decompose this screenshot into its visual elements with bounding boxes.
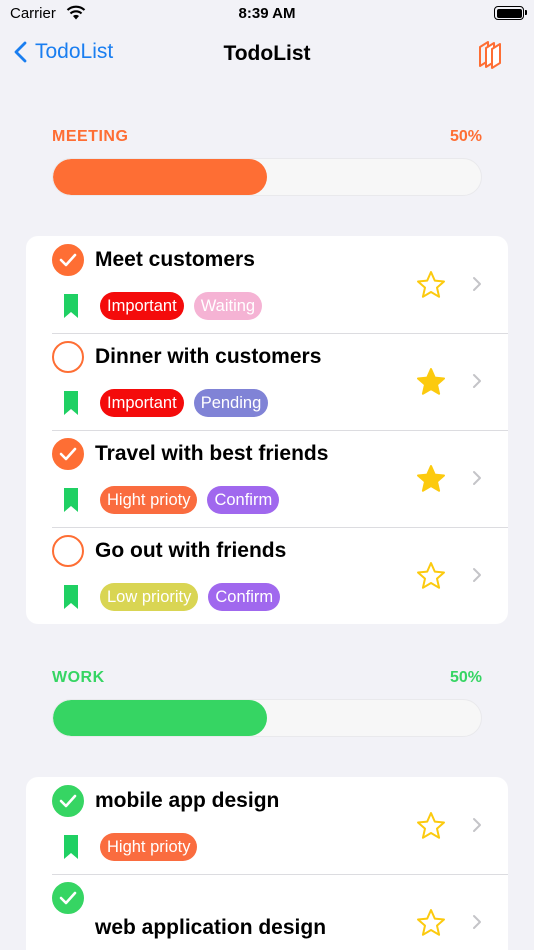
task-title: Go out with friends xyxy=(95,539,287,562)
bookmark-icon xyxy=(64,391,78,420)
task-row[interactable]: Dinner with customers Important Pending xyxy=(26,333,508,430)
progress-fill xyxy=(53,700,267,736)
chevron-right-icon xyxy=(472,567,482,583)
section-progress-bar xyxy=(52,699,482,737)
tag-badge: Low priority xyxy=(100,583,199,611)
bookmark-icon xyxy=(64,585,78,614)
battery-icon xyxy=(494,6,527,20)
tag-badge: Waiting xyxy=(193,292,263,320)
chevron-right-icon xyxy=(472,373,482,389)
chevron-right-icon xyxy=(472,276,482,292)
task-list: Meet customers Important Waiting Dinner wit… xyxy=(26,236,508,624)
checked-circle-icon[interactable] xyxy=(52,785,84,817)
task-title: Travel with best friends xyxy=(95,442,329,465)
task-title: mobile app design xyxy=(95,789,280,812)
tag-badge: Hight prioty xyxy=(100,833,198,861)
section-name: MEETING xyxy=(52,128,129,145)
tag-list: Hight prioty xyxy=(100,833,198,861)
star-filled-icon[interactable] xyxy=(416,367,446,397)
section-name: WORK xyxy=(52,669,105,686)
section-percent: 50% xyxy=(449,669,482,686)
tag-list: Low priority Confirm xyxy=(100,583,281,611)
star-outline-icon[interactable] xyxy=(416,561,446,591)
star-filled-icon[interactable] xyxy=(416,464,446,494)
tag-badge: Pending xyxy=(193,389,269,417)
chevron-right-icon xyxy=(472,817,482,833)
empty-circle-icon[interactable] xyxy=(52,341,84,373)
star-outline-icon[interactable] xyxy=(416,908,446,938)
status-bar: Carrier 8:39 AM xyxy=(0,0,534,30)
chevron-right-icon xyxy=(472,470,482,486)
section-header: MEETING 50% xyxy=(52,128,482,148)
task-row[interactable]: Meet customers Important Waiting xyxy=(26,236,508,333)
task-row[interactable]: web application design xyxy=(26,874,508,950)
section-header: WORK 50% xyxy=(52,669,482,689)
bookmark-icon xyxy=(64,488,78,517)
task-row[interactable]: Go out with friends Low priority Confirm xyxy=(26,527,508,624)
stack-icon[interactable] xyxy=(476,38,506,70)
section-progress-bar xyxy=(52,158,482,196)
checked-circle-icon[interactable] xyxy=(52,438,84,470)
task-row[interactable]: mobile app design Hight prioty xyxy=(26,777,508,874)
task-row[interactable]: Travel with best friends Hight prioty Conf… xyxy=(26,430,508,527)
section-percent: 50% xyxy=(449,128,482,145)
tag-list: Important Waiting xyxy=(100,292,263,320)
checked-circle-icon[interactable] xyxy=(52,882,84,914)
clock: 8:39 AM xyxy=(238,5,296,22)
tag-list: Hight prioty Confirm xyxy=(100,486,280,514)
star-outline-icon[interactable] xyxy=(416,811,446,841)
task-title: Meet customers xyxy=(95,248,255,271)
tag-badge: Confirm xyxy=(207,486,280,514)
tag-list: Important Pending xyxy=(100,389,269,417)
tag-badge: Confirm xyxy=(208,583,281,611)
tag-badge: Important xyxy=(100,389,184,417)
star-outline-icon[interactable] xyxy=(416,270,446,300)
progress-fill xyxy=(53,159,267,195)
page-title: TodoList xyxy=(223,42,311,65)
bookmark-icon xyxy=(64,294,78,323)
task-title: Dinner with customers xyxy=(95,345,322,368)
task-title: web application design xyxy=(95,916,327,939)
bookmark-icon xyxy=(64,835,78,864)
checked-circle-icon[interactable] xyxy=(52,244,84,276)
tag-badge: Important xyxy=(100,292,184,320)
tag-badge: Hight prioty xyxy=(100,486,198,514)
chevron-right-icon xyxy=(472,914,482,930)
navigation-bar: TodoList TodoList xyxy=(0,34,534,78)
task-list: mobile app design Hight prioty web applica… xyxy=(26,777,508,950)
empty-circle-icon[interactable] xyxy=(52,535,84,567)
